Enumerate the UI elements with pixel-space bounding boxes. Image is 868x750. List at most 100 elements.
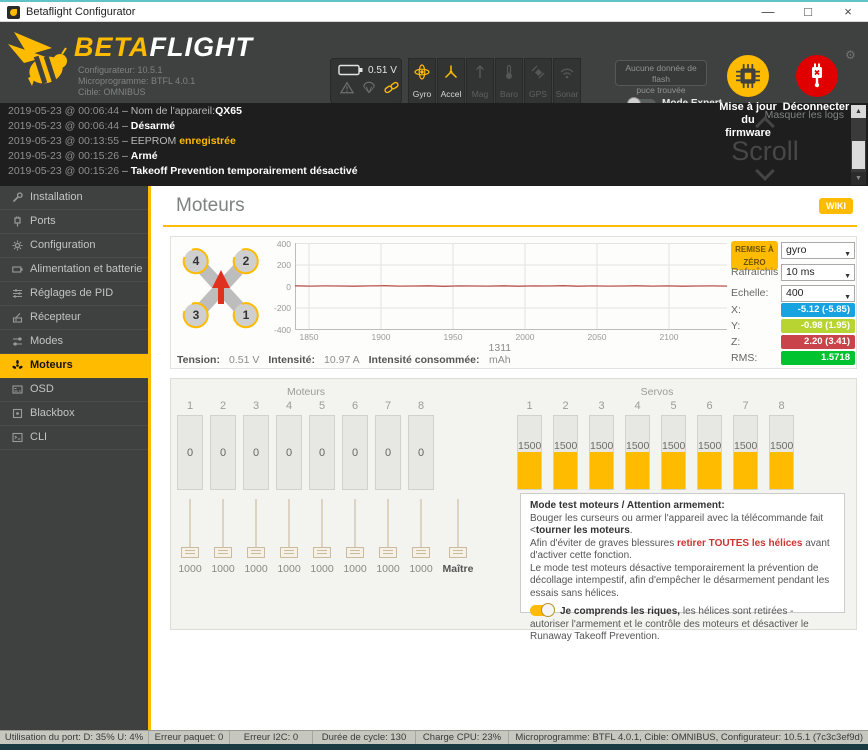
current-value: 10.97 A (324, 354, 360, 366)
consumed-label: Intensité consommée: (369, 354, 480, 366)
sidebar-item-motors[interactable]: Moteurs (0, 354, 151, 378)
motor-bar-8: 0 (408, 415, 434, 490)
firmware-flasher-button[interactable] (727, 55, 769, 97)
y-value-badge: -0.98 (1.95) (781, 319, 855, 333)
scroll-down-button[interactable]: ▼ (851, 172, 866, 185)
sidebar-item-installation[interactable]: Installation (0, 186, 148, 210)
understand-risks-toggle[interactable] (530, 605, 554, 616)
sidebar-item-ports[interactable]: Ports (0, 210, 148, 234)
slider-handle[interactable] (280, 547, 298, 558)
quadcopter-diagram: 4 2 3 1 (177, 242, 265, 336)
link-icon (384, 81, 399, 94)
usb-port-icon (12, 216, 23, 227)
motor-col-number: 7 (375, 400, 401, 412)
servo-bar-5: 1500 (661, 415, 686, 490)
settings-gear-icon[interactable]: ⚙ (845, 48, 856, 62)
window-title: Betaflight Configurator (26, 6, 135, 18)
y-tick: 200 (269, 260, 291, 270)
cpu-load-status: Charge CPU: 23% (416, 731, 509, 744)
motor-icon (12, 360, 23, 371)
close-button[interactable]: × (828, 2, 868, 22)
sidebar-item-configuration[interactable]: Configuration (0, 234, 148, 258)
wiki-button[interactable]: WIKI (819, 198, 853, 214)
usb-icon (805, 63, 829, 89)
slider-handle[interactable] (214, 547, 232, 558)
servo-col-number: 8 (769, 400, 794, 412)
motor-col-number: 5 (309, 400, 335, 412)
voltage-value: 0.51 V (229, 354, 259, 366)
refresh-select[interactable]: 10 ms▼ (781, 264, 855, 281)
slider-handle[interactable] (449, 547, 467, 558)
slider-handle[interactable] (412, 547, 430, 558)
motor-test-warning: Mode test moteurs / Attention armement: … (520, 493, 845, 613)
log-scrollbar[interactable]: ▲ ▼ (851, 105, 866, 185)
motor-col-number: 6 (342, 400, 368, 412)
motor-bar-3: 0 (243, 415, 269, 490)
sidebar-item-blackbox[interactable]: Blackbox (0, 402, 148, 426)
slider-handle[interactable] (247, 547, 265, 558)
sidebar-item-modes[interactable]: Modes (0, 330, 148, 354)
servo-bar-2: 1500 (553, 415, 578, 490)
servo-col-number: 7 (733, 400, 758, 412)
sensor-sonar: Sonar (553, 58, 581, 104)
baro-icon (501, 64, 517, 80)
slider-handle[interactable] (379, 547, 397, 558)
slider-handle[interactable] (346, 547, 364, 558)
sensor-select[interactable]: gyro▼ (781, 242, 855, 259)
firmware-flasher-label[interactable]: Mise à jour du firmware (719, 101, 777, 140)
mag-icon (472, 64, 488, 80)
scroll-up-button[interactable]: ▲ (851, 105, 866, 118)
i2c-error-status: Erreur I2C: 0 (230, 731, 313, 744)
scrollbar-thumb[interactable] (852, 141, 865, 169)
y-axis-label: Y: (731, 320, 740, 332)
gear-icon (12, 240, 23, 251)
servo-col-number: 1 (517, 400, 542, 412)
servo-col-number: 2 (553, 400, 578, 412)
sidebar-item-power-battery[interactable]: Alimentation et batterie (0, 258, 148, 282)
sensor-baro: Baro (495, 58, 523, 104)
servos-group-title: Servos (517, 386, 797, 398)
x-tick: 2050 (577, 332, 617, 342)
betaflight-logo-icon (8, 28, 72, 98)
motors-group-title: Moteurs (177, 386, 435, 398)
firmware-target-status: Microprogramme: BTFL 4.0.1, Cible: OMNIB… (509, 731, 868, 744)
motor-bar-5: 0 (309, 415, 335, 490)
firmware-version: Microprogramme: BTFL 4.0.1 (78, 76, 195, 87)
maximize-button[interactable]: □ (788, 2, 828, 22)
sidebar-item-osd[interactable]: OSD (0, 378, 148, 402)
warning-title: Mode test moteurs / Attention armement: (530, 500, 835, 513)
current-label: Intensité: (268, 354, 315, 366)
sidebar-item-cli[interactable]: CLI (0, 426, 148, 450)
port-usage-status: Utilisation du port: D: 35% U: 4% (0, 731, 149, 744)
motor-number-3: 3 (193, 308, 200, 322)
z-axis-label: Z: (731, 336, 740, 348)
y-tick: -200 (269, 303, 291, 313)
servo-bar-8: 1500 (769, 415, 794, 490)
app-icon (7, 6, 20, 19)
consumed-value: 1311 mAh (489, 342, 512, 366)
slider-handle[interactable] (181, 547, 199, 558)
servo-bar-4: 1500 (625, 415, 650, 490)
motor-number-4: 4 (193, 254, 200, 268)
motor-col-number: 8 (408, 400, 434, 412)
minimize-button[interactable]: — (748, 2, 788, 22)
motor-col-number: 3 (243, 400, 269, 412)
sensor-indicators: Gyro Accel Mag Baro GPS Sonar (408, 58, 581, 104)
disconnect-label[interactable]: Déconnecter (782, 101, 850, 113)
gps-icon (530, 64, 546, 80)
disconnect-button[interactable] (796, 55, 838, 97)
betaflight-configurator-window: Betaflight Configurator — □ × BETAFLIGHT… (0, 0, 868, 750)
z-value-badge: 2.20 (3.41) (781, 335, 855, 349)
slider-handle[interactable] (313, 547, 331, 558)
servo-bar-6: 1500 (697, 415, 722, 490)
app-header: BETAFLIGHT Configurateur: 10.5.1 Micropr… (0, 22, 868, 103)
sidebar-item-pid-tuning[interactable]: Réglages de PID (0, 282, 148, 306)
scale-select[interactable]: 400▼ (781, 285, 855, 302)
sidebar-item-receiver[interactable]: Récepteur (0, 306, 148, 330)
servo-col-number: 5 (661, 400, 686, 412)
motor-bar-1: 0 (177, 415, 203, 490)
motor-number-1: 1 (243, 308, 250, 322)
motor-bar-2: 0 (210, 415, 236, 490)
motor-col-number: 4 (276, 400, 302, 412)
osd-icon (12, 384, 23, 395)
